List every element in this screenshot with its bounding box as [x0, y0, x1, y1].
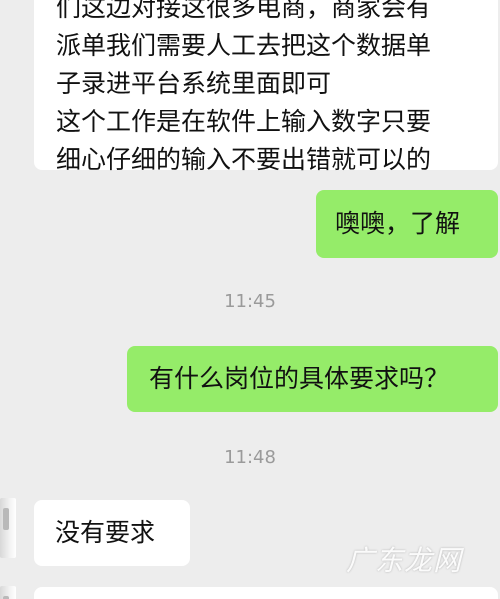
- contact-avatar[interactable]: [0, 586, 16, 599]
- incoming-message-bubble[interactable]: 们这边对接这很多电商，商家会有 派单我们需要人工去把这个数据单 子录进平台系统里…: [34, 0, 498, 174]
- contact-avatar[interactable]: [0, 498, 16, 558]
- message-line: 派单我们需要人工去把这个数据单: [56, 31, 432, 60]
- timestamp: 11:48: [224, 447, 276, 468]
- message-line: 们这边对接这很多电商，商家会有: [56, 0, 432, 22]
- chat-screen: 们这边对接这很多电商，商家会有 派单我们需要人工去把这个数据单 子录进平台系统里…: [0, 0, 500, 599]
- timestamp: 11:45: [224, 291, 276, 312]
- outgoing-message-bubble[interactable]: 噢噢，了解: [316, 190, 498, 258]
- message-text: 噢噢，了解: [335, 209, 461, 238]
- outgoing-message-bubble[interactable]: 有什么岗位的具体要求吗？: [127, 346, 498, 412]
- message-line: 细心仔细的输入不要出错就可以的: [56, 145, 432, 174]
- incoming-message-bubble-partial[interactable]: [34, 587, 498, 599]
- message-line: 这个工作是在软件上输入数字只要: [56, 107, 432, 136]
- watermark-logo: 广东龙网: [345, 544, 462, 577]
- message-text: 有什么岗位的具体要求吗？: [149, 364, 450, 393]
- incoming-message-bubble[interactable]: 没有要求: [34, 500, 190, 566]
- message-text: 没有要求: [55, 518, 156, 547]
- message-line: 子录进平台系统里面即可: [56, 69, 332, 98]
